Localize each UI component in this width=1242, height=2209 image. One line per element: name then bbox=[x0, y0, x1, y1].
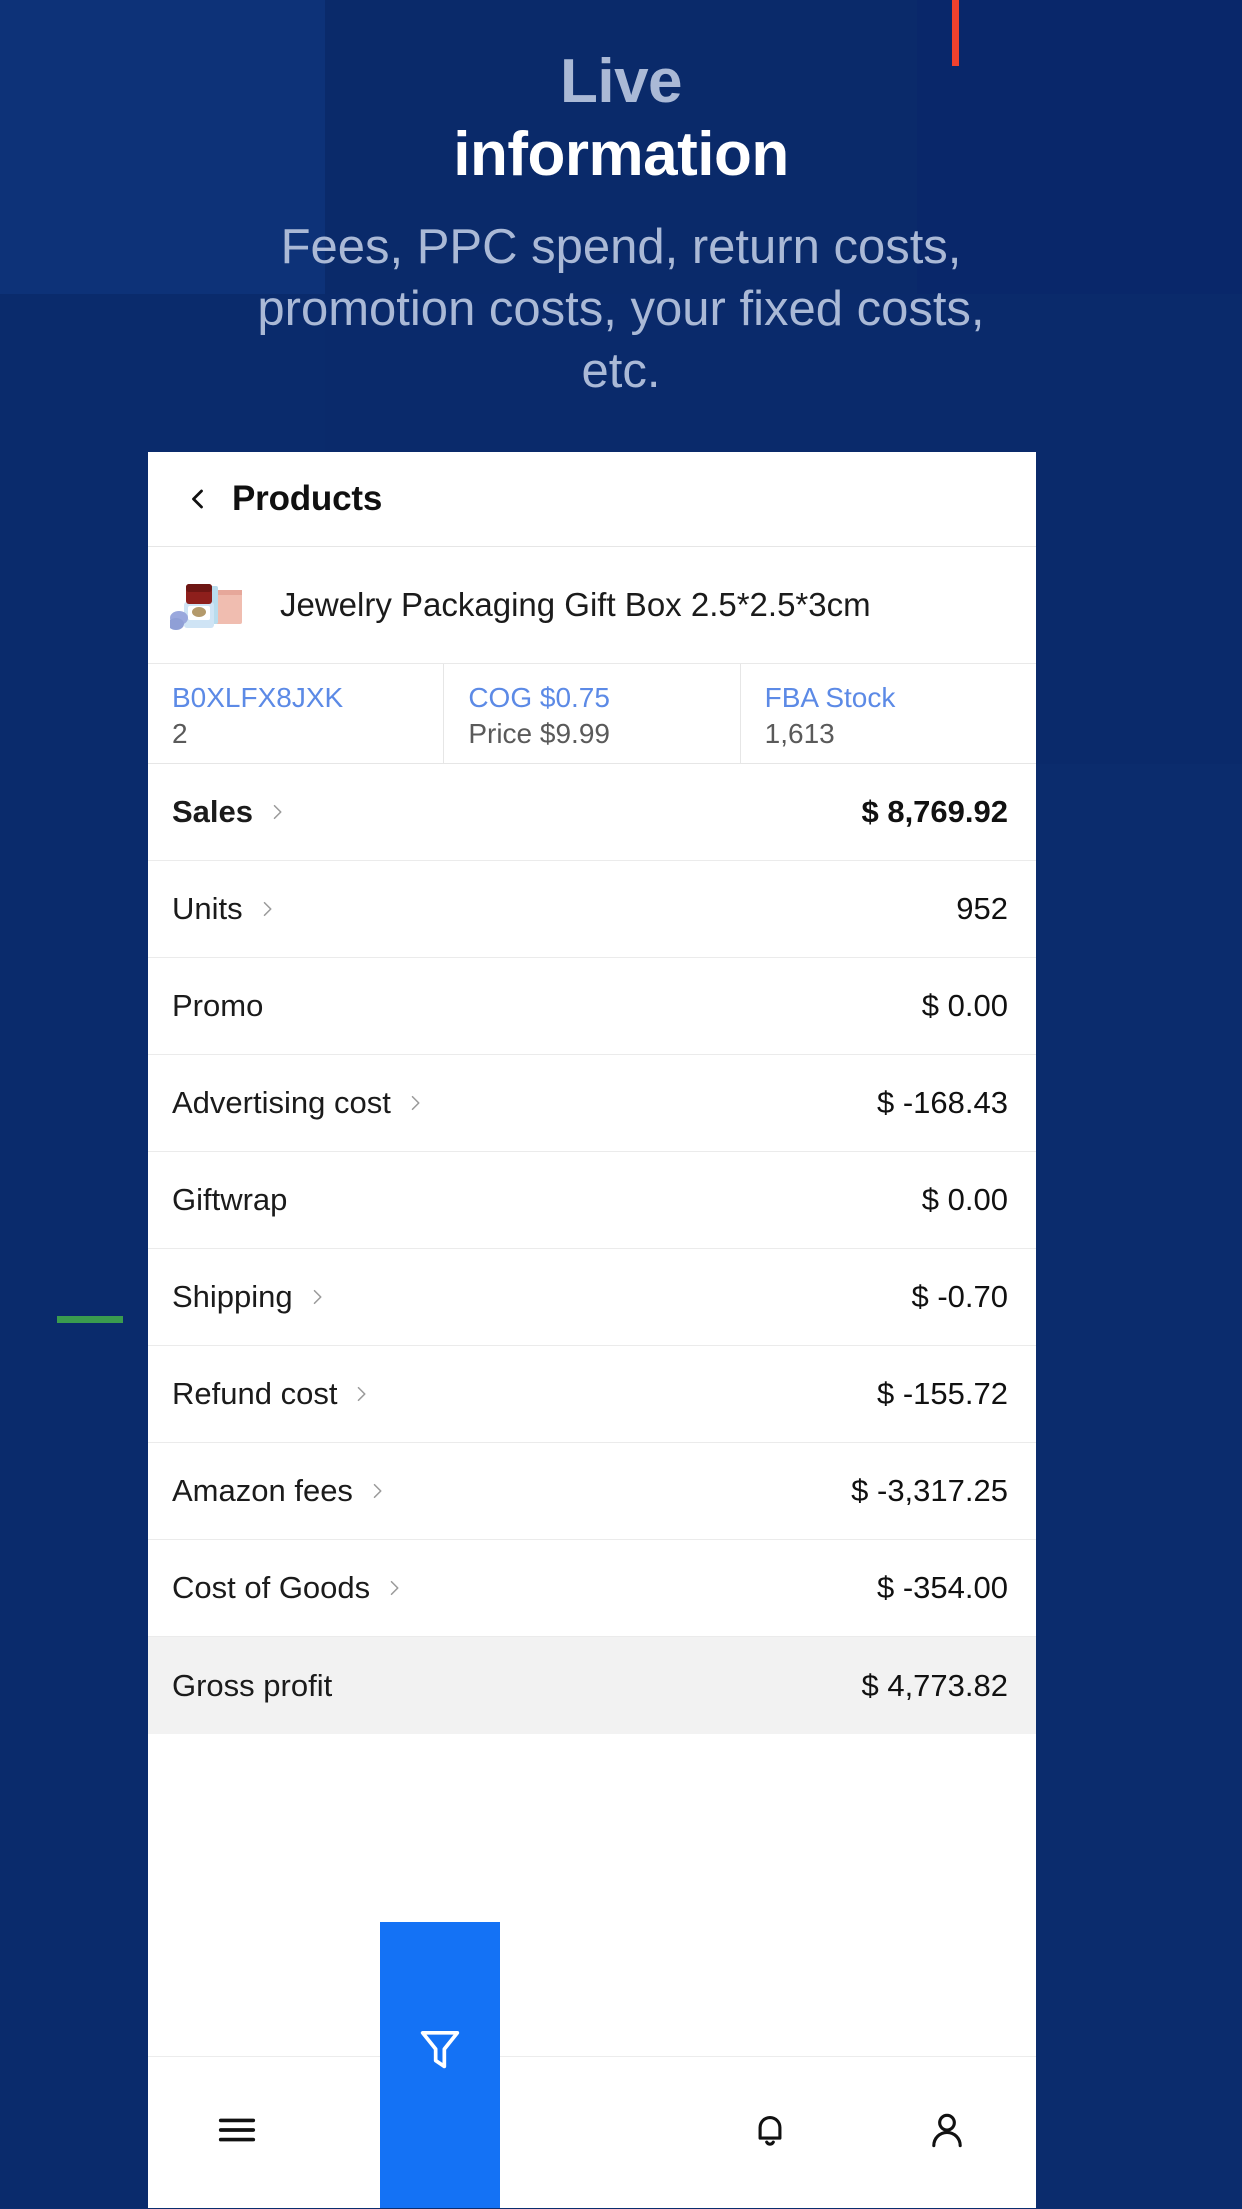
metric-label: Amazon fees bbox=[172, 1473, 353, 1508]
nav-item-filter[interactable] bbox=[380, 1922, 500, 2208]
chevron-right-icon[interactable] bbox=[367, 1481, 387, 1501]
metric-value: $ 0.00 bbox=[921, 1182, 1008, 1217]
metric-label: Shipping bbox=[172, 1279, 293, 1314]
metric-value: $ -0.70 bbox=[911, 1279, 1008, 1314]
metric-left: Sales bbox=[172, 794, 287, 830]
metric-value: $ -155.72 bbox=[877, 1376, 1008, 1411]
metric-left: Giftwrap bbox=[172, 1182, 287, 1218]
metric-row[interactable]: Amazon fees $ -3,317.25 bbox=[148, 1443, 1036, 1540]
filter-icon bbox=[414, 2022, 466, 2079]
metric-value: $ 8,769.92 bbox=[861, 794, 1008, 829]
metric-label: Refund cost bbox=[172, 1376, 338, 1411]
metric-left: Amazon fees bbox=[172, 1473, 387, 1509]
nav-item-notifications[interactable] bbox=[681, 2057, 859, 2209]
info-cell-cog[interactable]: COG $0.75 Price $9.99 bbox=[444, 664, 741, 763]
asin-sub: 2 bbox=[172, 717, 188, 749]
metric-row: Giftwrap $ 0.00 bbox=[148, 1152, 1036, 1249]
metric-left: Advertising cost bbox=[172, 1085, 425, 1121]
metric-row[interactable]: Units 952 bbox=[148, 861, 1036, 958]
hero-title-line-1: Live bbox=[559, 47, 683, 116]
bell-icon bbox=[748, 2108, 792, 2157]
asin-value: B0XLFX8JXK bbox=[172, 682, 344, 713]
metric-left: Promo bbox=[172, 988, 263, 1024]
price-value: Price $9.99 bbox=[468, 717, 610, 749]
menu-icon bbox=[214, 2107, 260, 2158]
metric-row: Gross profit $ 4,773.82 bbox=[148, 1637, 1036, 1734]
metric-row[interactable]: Refund cost $ -155.72 bbox=[148, 1346, 1036, 1443]
background-panel-low-left bbox=[0, 1360, 148, 2208]
user-icon bbox=[925, 2108, 969, 2157]
cog-value: COG $0.75 bbox=[468, 682, 610, 713]
chevron-left-icon[interactable] bbox=[186, 487, 210, 511]
info-cell-asin[interactable]: B0XLFX8JXK 2 bbox=[148, 664, 445, 763]
metric-value: 952 bbox=[956, 891, 1008, 926]
metric-value: $ 4,773.82 bbox=[861, 1667, 1008, 1703]
metric-label: Advertising cost bbox=[172, 1085, 391, 1120]
chevron-right-icon[interactable] bbox=[257, 899, 277, 919]
product-thumbnail-icon bbox=[168, 562, 266, 648]
hero-section: Live information Fees, PPC spend, return… bbox=[0, 0, 1242, 402]
product-info-row: B0XLFX8JXK 2 COG $0.75 Price $9.99 FBA S… bbox=[148, 664, 1036, 764]
metric-row[interactable]: Shipping $ -0.70 bbox=[148, 1249, 1036, 1346]
metric-left: Units bbox=[172, 891, 277, 927]
chevron-right-icon[interactable] bbox=[351, 1384, 371, 1404]
hero-title-line-2: information bbox=[453, 119, 789, 189]
metric-left: Shipping bbox=[172, 1279, 327, 1315]
fba-stock-label: FBA Stock bbox=[764, 682, 896, 713]
product-detail-card: Products Jewelry Packaging Gift Box 2.5*… bbox=[148, 452, 1036, 2208]
metric-row: Promo $ 0.00 bbox=[148, 958, 1036, 1055]
green-accent-bar bbox=[57, 1316, 123, 1323]
metric-left: Cost of Goods bbox=[172, 1570, 404, 1606]
info-cell-fba-stock[interactable]: FBA Stock 1,613 bbox=[741, 664, 1036, 763]
chevron-right-icon[interactable] bbox=[267, 802, 287, 822]
product-row[interactable]: Jewelry Packaging Gift Box 2.5*2.5*3cm bbox=[148, 547, 1036, 664]
metric-left: Gross profit bbox=[172, 1668, 332, 1704]
metric-value: $ -354.00 bbox=[877, 1570, 1008, 1605]
metric-value: $ 0.00 bbox=[921, 988, 1008, 1023]
card-header: Products bbox=[148, 452, 1036, 547]
metric-row[interactable]: Cost of Goods $ -354.00 bbox=[148, 1540, 1036, 1637]
metric-label: Gross profit bbox=[172, 1667, 333, 1703]
metric-label: Giftwrap bbox=[172, 1182, 288, 1217]
chevron-right-icon[interactable] bbox=[384, 1578, 404, 1598]
chevron-right-icon[interactable] bbox=[307, 1287, 327, 1307]
hero-subtitle: Fees, PPC spend, return costs, promotion… bbox=[257, 220, 985, 398]
metric-label: Sales bbox=[172, 794, 254, 829]
page-title: Products bbox=[232, 479, 383, 518]
metric-row[interactable]: Advertising cost $ -168.43 bbox=[148, 1055, 1036, 1152]
chevron-right-icon[interactable] bbox=[405, 1093, 425, 1113]
metric-value: $ -168.43 bbox=[877, 1085, 1008, 1120]
nav-item-profile[interactable] bbox=[858, 2057, 1036, 2209]
product-name: Jewelry Packaging Gift Box 2.5*2.5*3cm bbox=[280, 585, 871, 623]
fba-stock-value: 1,613 bbox=[764, 717, 835, 749]
metric-label: Promo bbox=[172, 988, 264, 1023]
metric-row[interactable]: Sales $ 8,769.92 bbox=[148, 764, 1036, 861]
metrics-list: Sales $ 8,769.92 Units 952 Promo $ 0.00 Advert… bbox=[148, 764, 1036, 1734]
bottom-navigation-bar bbox=[148, 2056, 1036, 2208]
metric-left: Refund cost bbox=[172, 1376, 371, 1412]
metric-label: Cost of Goods bbox=[172, 1570, 371, 1605]
nav-item-menu[interactable] bbox=[148, 2057, 326, 2209]
nav-item-filter-spacer bbox=[503, 2057, 681, 2209]
metric-value: $ -3,317.25 bbox=[851, 1473, 1008, 1508]
metric-label: Units bbox=[172, 891, 243, 926]
